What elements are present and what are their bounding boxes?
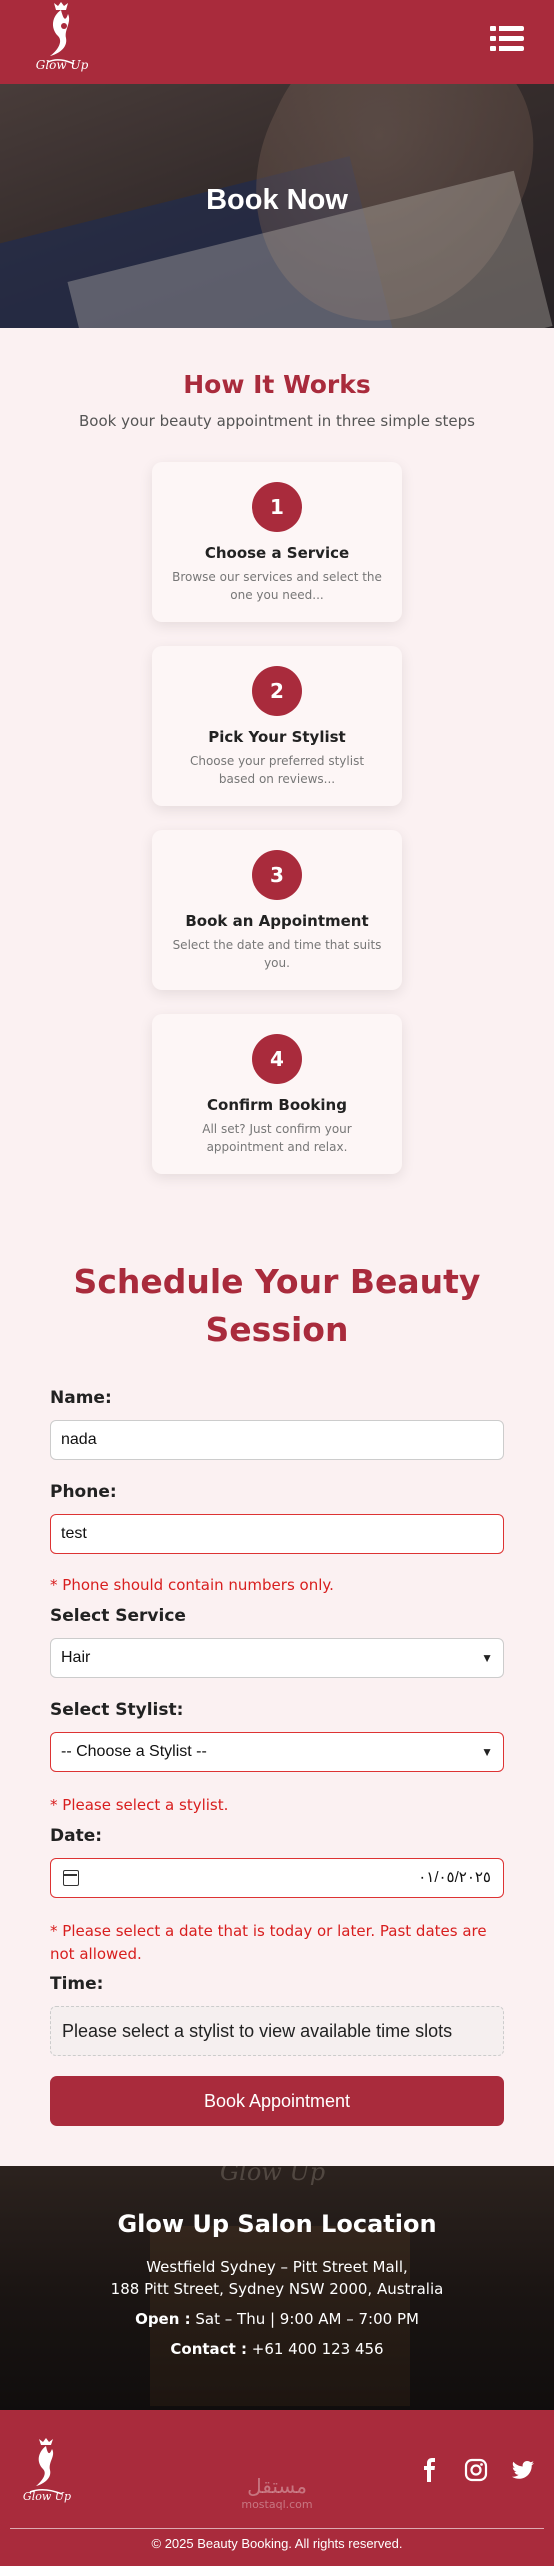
site-header: Glow Up [0, 0, 554, 84]
stylist-error-message: * Please select a stylist. [50, 1796, 229, 1814]
step-number-badge: 2 [252, 666, 302, 716]
menu-dot [490, 26, 496, 31]
stylist-select[interactable]: -- Choose a Stylist -- ▼ [50, 1732, 504, 1772]
date-value: ٠١/٠٥/٢٠٢٥ [418, 1869, 491, 1886]
step-number-badge: 3 [252, 850, 302, 900]
step-card: 4 Confirm Booking All set? Just confirm … [152, 1014, 402, 1174]
site-footer: Glow Up مستقل mostaql.com © 2025 Beauty … [0, 2410, 554, 2566]
step-number-badge: 4 [252, 1034, 302, 1084]
opening-hours-value: Sat – Thu | 9:00 AM – 7:00 PM [195, 2310, 419, 2328]
step-title: Pick Your Stylist [208, 728, 346, 746]
phone-input[interactable]: test [50, 1514, 504, 1554]
how-it-works-subtitle: Book your beauty appointment in three si… [79, 412, 475, 430]
hamburger-menu-button[interactable] [490, 24, 524, 54]
phone-error-message: * Phone should contain numbers only. [50, 1576, 334, 1594]
step-description: Browse our services and select the one y… [172, 570, 382, 602]
step-card: 1 Choose a Service Browse our services a… [152, 462, 402, 622]
opening-hours: Open : Sat – Thu | 9:00 AM – 7:00 PM [0, 2310, 554, 2328]
booking-form-title: Schedule Your Beauty Session [73, 1262, 481, 1349]
step-title: Book an Appointment [185, 912, 369, 930]
location-title: Glow Up Salon Location [117, 2210, 437, 2238]
service-select-value: Hair [61, 1649, 91, 1666]
watermark-text: مستقل [247, 2474, 307, 2498]
how-it-works-title: How It Works [183, 370, 371, 399]
menu-dot [490, 36, 496, 41]
contact-label: Contact : [170, 2340, 247, 2358]
step-title: Choose a Service [204, 544, 350, 562]
contact-value[interactable]: +61 400 123 456 [252, 2340, 384, 2358]
instagram-icon[interactable] [464, 2458, 488, 2482]
contact-info: Contact : +61 400 123 456 [0, 2340, 554, 2358]
twitter-icon[interactable] [511, 2458, 535, 2482]
step-card: 2 Pick Your Stylist Choose your preferre… [152, 646, 402, 806]
step-number-badge: 1 [252, 482, 302, 532]
footer-logo-text: Glow Up [22, 2490, 72, 2503]
hero-banner: Book Now [0, 84, 554, 328]
address-line-2: 188 Pitt Street, Sydney NSW 2000, Austra… [110, 2280, 444, 2298]
hero-title: Book Now [206, 184, 348, 216]
copyright-text: © 2025 Beauty Booking. All rights reserv… [151, 2536, 403, 2551]
logo-text: Glow Up [35, 58, 89, 72]
service-select[interactable]: Hair ▼ [50, 1638, 504, 1678]
watermark-subtext: mostaql.com [241, 2498, 313, 2511]
chevron-down-icon: ▼ [481, 1745, 493, 1759]
service-label: Select Service [50, 1606, 186, 1626]
step-title: Confirm Booking [207, 1096, 347, 1114]
phone-label: Phone: [50, 1482, 117, 1502]
footer-divider [10, 2528, 544, 2529]
date-input[interactable]: ٠١/٠٥/٢٠٢٥ [50, 1858, 504, 1898]
stylist-label: Select Stylist: [50, 1700, 184, 1720]
step-card: 3 Book an Appointment Select the date an… [152, 830, 402, 990]
chevron-down-icon: ▼ [481, 1651, 493, 1665]
location-section: Glow Up Glow Up Salon Location Westfield… [0, 2166, 554, 2410]
step-description: Select the date and time that suits you. [172, 938, 382, 970]
date-error-message: * Please select a date that is today or … [50, 1922, 487, 1963]
stylist-select-value: -- Choose a Stylist -- [61, 1743, 207, 1760]
facebook-icon[interactable] [418, 2458, 442, 2482]
name-label: Name: [50, 1388, 112, 1408]
opening-hours-label: Open : [135, 2310, 191, 2328]
time-slots-placeholder: Please select a stylist to view availabl… [50, 2006, 504, 2056]
book-appointment-button[interactable]: Book Appointment [50, 2076, 504, 2126]
name-input[interactable]: nada [50, 1420, 504, 1460]
date-label: Date: [50, 1826, 103, 1846]
step-description: All set? Just confirm your appointment a… [202, 1122, 352, 1154]
address-line-1: Westfield Sydney – Pitt Street Mall, [146, 2258, 408, 2276]
step-description: Choose your preferred stylist based on r… [189, 754, 365, 786]
time-label: Time: [50, 1974, 104, 1994]
menu-dot [490, 46, 496, 51]
calendar-icon[interactable] [63, 1870, 79, 1886]
